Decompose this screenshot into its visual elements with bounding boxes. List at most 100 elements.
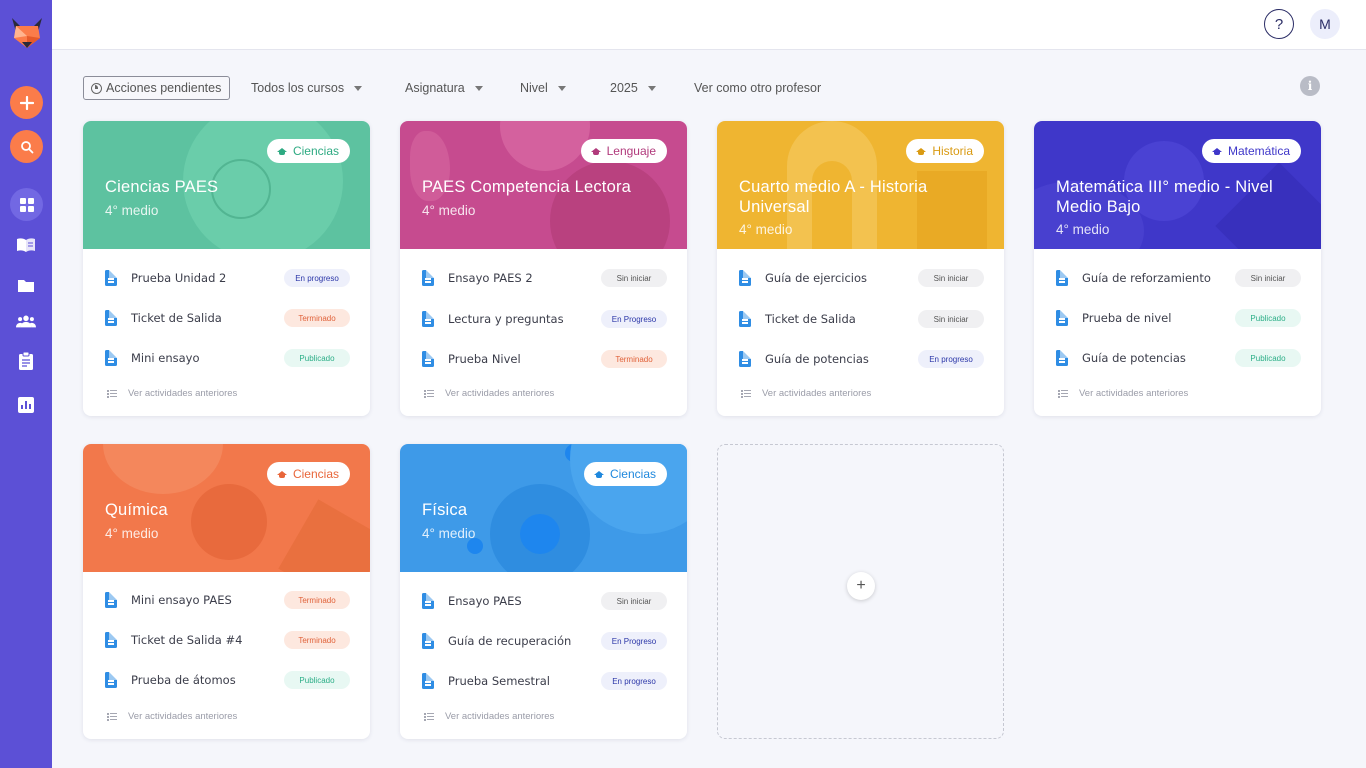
activity-item[interactable]: Lectura y preguntas En Progreso — [422, 308, 667, 330]
add-course-card[interactable]: + — [717, 444, 1004, 739]
previous-activities-label: Ver actividades anteriores — [1079, 388, 1189, 399]
activity-item[interactable]: Prueba Semestral En progreso — [422, 670, 667, 692]
create-button[interactable] — [10, 86, 43, 119]
course-title: Matemática III° medio - Nivel Medio Bajo — [1056, 178, 1273, 216]
graduation-cap-icon — [276, 470, 287, 478]
dashboard-nav[interactable] — [10, 188, 43, 221]
status-badge: Publicado — [1235, 349, 1301, 367]
list-icon — [741, 389, 751, 398]
course-card-header: Matemática Matemática III° medio - Nivel… — [1034, 121, 1321, 249]
activity-item[interactable]: Prueba de átomos Publicado — [105, 669, 350, 691]
activity-name: Guía de reforzamiento — [1082, 271, 1211, 285]
document-icon — [422, 351, 434, 367]
activity-item[interactable]: Ticket de Salida #4 Terminado — [105, 629, 350, 651]
activity-name: Guía de potencias — [1082, 351, 1186, 365]
book-icon[interactable] — [16, 235, 36, 255]
fox-logo-icon[interactable] — [10, 16, 44, 52]
year-dropdown[interactable]: 2025 — [610, 81, 656, 95]
activity-name: Guía de potencias — [765, 352, 869, 366]
activity-name: Guía de ejercicios — [765, 271, 868, 285]
document-icon — [422, 270, 434, 286]
chevron-down-icon — [647, 85, 656, 91]
activity-item[interactable]: Mini ensayo Publicado — [105, 347, 350, 369]
status-badge: Terminado — [284, 591, 350, 609]
level-dropdown[interactable]: Nivel — [520, 81, 566, 95]
level-dropdown-label: Nivel — [520, 81, 548, 95]
activity-name: Prueba de átomos — [131, 673, 236, 687]
course-title: Física — [422, 501, 468, 519]
document-icon — [422, 633, 434, 649]
clock-icon — [91, 83, 102, 94]
document-icon — [105, 592, 117, 608]
previous-activities-label: Ver actividades anteriores — [445, 388, 555, 399]
activity-item[interactable]: Guía de potencias Publicado — [1056, 347, 1301, 369]
activity-item[interactable]: Ensayo PAES 2 Sin iniciar — [422, 267, 667, 289]
help-icon: ? — [1274, 15, 1284, 33]
clipboard-icon[interactable] — [16, 351, 36, 371]
activity-name: Ensayo PAES 2 — [448, 271, 533, 285]
activity-item[interactable]: Guía de recuperación En Progreso — [422, 630, 667, 652]
activity-name: Guía de recuperación — [448, 634, 572, 648]
activity-item[interactable]: Ensayo PAES Sin iniciar — [422, 590, 667, 612]
activity-item[interactable]: Ticket de Salida Sin iniciar — [739, 308, 984, 330]
search-button[interactable] — [10, 130, 43, 163]
activity-item[interactable]: Guía de potencias En progreso — [739, 348, 984, 370]
previous-activities-link[interactable]: Ver actividades anteriores — [107, 388, 237, 399]
graduation-cap-icon — [916, 147, 927, 155]
course-level: 4° medio — [422, 526, 476, 541]
course-level: 4° medio — [1056, 222, 1110, 237]
users-icon[interactable] — [16, 311, 36, 331]
activity-name: Lectura y preguntas — [448, 312, 564, 326]
previous-activities-label: Ver actividades anteriores — [445, 711, 555, 722]
subject-badge: Ciencias — [266, 139, 350, 163]
subject-dropdown[interactable]: Asignatura — [405, 81, 483, 95]
activity-item[interactable]: Guía de ejercicios Sin iniciar — [739, 267, 984, 289]
folder-icon[interactable] — [16, 275, 36, 295]
subject-label: Ciencias — [292, 467, 339, 481]
activity-item[interactable]: Prueba Nivel Terminado — [422, 348, 667, 370]
plus-icon — [19, 95, 34, 110]
previous-activities-link[interactable]: Ver actividades anteriores — [1058, 388, 1188, 399]
grid-icon — [19, 197, 34, 212]
other-teacher-link[interactable]: Ver como otro profesor — [694, 81, 821, 95]
previous-activities-link[interactable]: Ver actividades anteriores — [741, 388, 871, 399]
avatar-initial: M — [1319, 16, 1331, 32]
subject-badge: Ciencias — [266, 462, 350, 486]
course-title: PAES Competencia Lectora — [422, 178, 632, 196]
status-badge: Publicado — [1235, 309, 1301, 327]
previous-activities-link[interactable]: Ver actividades anteriores — [107, 711, 237, 722]
previous-activities-link[interactable]: Ver actividades anteriores — [424, 711, 554, 722]
pending-actions-button[interactable]: Acciones pendientes — [83, 76, 231, 100]
activity-item[interactable]: Mini ensayo PAES Terminado — [105, 589, 350, 611]
activity-name: Mini ensayo PAES — [131, 593, 232, 607]
course-level: 4° medio — [105, 203, 159, 218]
previous-activities-link[interactable]: Ver actividades anteriores — [424, 388, 554, 399]
activity-item[interactable]: Ticket de Salida Terminado — [105, 307, 350, 329]
course-title: Ciencias PAES — [105, 178, 219, 196]
course-card[interactable]: Ciencias Ciencias PAES 4° medio Prueba U… — [83, 121, 370, 416]
add-course-button[interactable]: + — [847, 572, 875, 600]
status-badge: Sin iniciar — [918, 310, 984, 328]
course-card-header: Ciencias Física 4° medio — [400, 444, 687, 572]
course-card[interactable]: Historia Cuarto medio A - Historia Unive… — [717, 121, 1004, 416]
document-icon — [1056, 310, 1068, 326]
course-card[interactable]: Lenguaje PAES Competencia Lectora 4° med… — [400, 121, 687, 416]
document-icon — [105, 270, 117, 286]
status-badge: En progreso — [918, 350, 984, 368]
course-card[interactable]: Matemática Matemática III° medio - Nivel… — [1034, 121, 1321, 416]
info-icon[interactable]: i — [1300, 76, 1320, 96]
list-icon — [107, 389, 117, 398]
courses-dropdown[interactable]: Todos los cursos — [251, 81, 363, 95]
activity-item[interactable]: Prueba de nivel Publicado — [1056, 307, 1301, 329]
help-button[interactable]: ? — [1264, 9, 1294, 39]
chart-icon[interactable] — [16, 395, 36, 415]
pending-actions-label: Acciones pendientes — [106, 81, 222, 95]
course-card[interactable]: Ciencias Química 4° medio Mini ensayo PA… — [83, 444, 370, 739]
status-badge: En Progreso — [601, 632, 667, 650]
status-badge: En progreso — [601, 672, 667, 690]
avatar[interactable]: M — [1310, 9, 1340, 39]
activity-item[interactable]: Prueba Unidad 2 En progreso — [105, 267, 350, 289]
course-card[interactable]: Ciencias Física 4° medio Ensayo PAES Sin … — [400, 444, 687, 739]
document-icon — [422, 593, 434, 609]
activity-item[interactable]: Guía de reforzamiento Sin iniciar — [1056, 267, 1301, 289]
